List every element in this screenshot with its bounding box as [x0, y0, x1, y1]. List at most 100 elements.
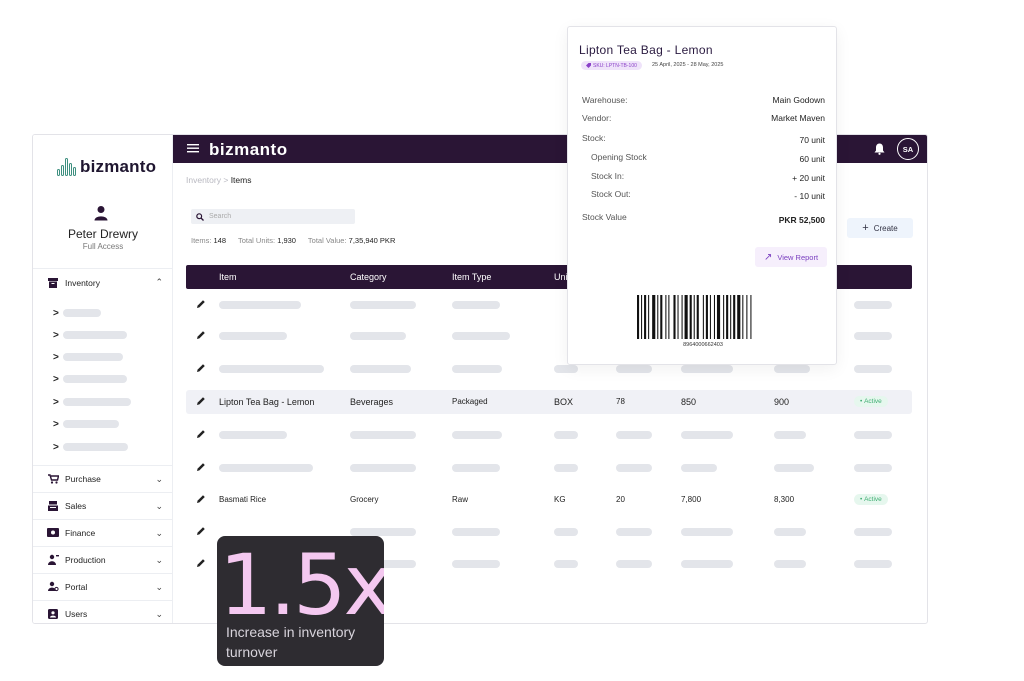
- placeholder-bar: [554, 528, 578, 536]
- column-header[interactable]: Item Type: [452, 272, 491, 282]
- barcode-stripe: [737, 295, 741, 339]
- barcode-stripe: [746, 295, 748, 339]
- barcode-stripe: [644, 295, 647, 339]
- detail-label: Stock Value: [582, 212, 627, 222]
- status-badge: • Active: [854, 396, 888, 407]
- placeholder-bar: [854, 560, 892, 568]
- barcode-stripe: [713, 295, 715, 339]
- barcode-stripe: [702, 295, 704, 339]
- search-input[interactable]: Search: [191, 209, 355, 224]
- edit-icon[interactable]: [196, 330, 206, 340]
- breadcrumb-parent[interactable]: Inventory: [186, 175, 221, 185]
- date-range: 25 April, 2025 - 28 May, 2025: [652, 62, 724, 68]
- item-unit: BOX: [554, 397, 574, 407]
- edit-icon[interactable]: [196, 462, 206, 472]
- sidebar-item-users[interactable]: Users ⌄: [33, 600, 173, 623]
- total-value-label: Total Value:: [307, 236, 347, 245]
- view-report-label: View Report: [777, 252, 819, 262]
- sidebar-item-production[interactable]: Production ⌄: [33, 546, 173, 572]
- chevron-right-icon: >: [53, 307, 59, 319]
- edit-icon[interactable]: [196, 558, 206, 568]
- chevron-right-icon: >: [53, 441, 59, 453]
- submenu-item[interactable]: >: [53, 396, 131, 408]
- placeholder-bar: [62, 331, 127, 339]
- barcode-stripe: [709, 295, 711, 339]
- placeholder-bar: [452, 332, 510, 340]
- item-price: 8,300: [774, 495, 795, 504]
- edit-icon[interactable]: [196, 363, 206, 373]
- sidebar-item-portal[interactable]: Portal ⌄: [33, 573, 173, 599]
- placeholder-bar: [681, 464, 717, 472]
- edit-icon[interactable]: [196, 299, 206, 309]
- item-category: Grocery: [350, 495, 379, 504]
- create-button[interactable]: + Create: [847, 218, 913, 238]
- submenu-item[interactable]: >: [53, 418, 119, 430]
- submenu-item[interactable]: >: [53, 307, 101, 319]
- tag-icon: [586, 63, 591, 68]
- search-icon: [196, 212, 204, 221]
- chevron-down-icon: ⌄: [155, 582, 163, 592]
- edit-icon[interactable]: [196, 494, 206, 504]
- edit-icon[interactable]: [196, 396, 206, 406]
- items-count-label: Items:: [191, 236, 212, 245]
- bell-icon[interactable]: [874, 143, 885, 155]
- chevron-right-icon: >: [53, 351, 59, 363]
- menu-icon[interactable]: [187, 143, 199, 153]
- submenu-item[interactable]: >: [53, 329, 127, 341]
- sku-badge: SKU: LPTN-TB-100: [581, 61, 642, 70]
- stage: bizmanto Peter Drewry Full Access Invent…: [0, 0, 1024, 681]
- detail-label: Opening Stock: [591, 152, 647, 162]
- barcode-stripe: [696, 295, 699, 339]
- placeholder-bar: [616, 560, 652, 568]
- view-report-button[interactable]: ↗ View Report: [755, 247, 827, 267]
- sidebar-item-inventory[interactable]: Inventory ⌃: [33, 268, 173, 296]
- placeholder-bar: [616, 528, 652, 536]
- detail-label: Vendor:: [582, 113, 612, 123]
- create-label: Create: [873, 223, 898, 233]
- barcode-stripe: [684, 295, 688, 339]
- breadcrumb-current: Items: [230, 175, 252, 185]
- item-quantity: 20: [616, 495, 625, 504]
- table-row[interactable]: Lipton Tea Bag - Lemon Beverages Package…: [186, 390, 912, 414]
- submenu-item[interactable]: >: [53, 351, 123, 363]
- table-row[interactable]: [186, 423, 912, 447]
- placeholder-bar: [854, 431, 892, 439]
- column-header[interactable]: Item: [219, 272, 237, 282]
- submenu-item[interactable]: >: [53, 373, 127, 385]
- barcode-stripe: [750, 295, 752, 339]
- edit-icon[interactable]: [196, 429, 206, 439]
- placeholder-bar: [350, 431, 416, 439]
- stat-value: 1.5x: [219, 536, 384, 634]
- item-type: Raw: [452, 495, 469, 504]
- sidebar-item-purchase[interactable]: Purchase ⌄: [33, 465, 173, 491]
- placeholder-bar: [62, 443, 128, 451]
- column-header[interactable]: Uni: [554, 272, 568, 282]
- chevron-right-icon: >: [53, 329, 59, 341]
- status-text: Active: [864, 398, 882, 405]
- barcode-stripe: [677, 295, 679, 339]
- avatar[interactable]: SA: [897, 138, 919, 160]
- sidebar-item-finance[interactable]: Finance ⌄: [33, 519, 173, 545]
- column-header[interactable]: Category: [350, 272, 387, 282]
- total-value: 7,35,940 PKR: [348, 236, 396, 245]
- submenu-item[interactable]: >: [53, 441, 128, 453]
- sidebar-item-sales[interactable]: Sales ⌄: [33, 492, 173, 518]
- barcode-stripe: [693, 295, 695, 339]
- table-row[interactable]: [186, 456, 912, 480]
- user-icon: [94, 206, 108, 221]
- placeholder-bar: [219, 431, 287, 439]
- total-units: 1,930: [277, 236, 296, 245]
- barcode-stripe: [681, 295, 683, 339]
- placeholder-bar: [62, 398, 131, 406]
- placeholder-bar: [554, 560, 578, 568]
- items-count: 148: [213, 236, 227, 245]
- chevron-right-icon: >: [53, 373, 59, 385]
- placeholder-bar: [554, 431, 578, 439]
- placeholder-bar: [350, 528, 416, 536]
- placeholder-bar: [62, 375, 127, 383]
- placeholder-bar: [774, 464, 814, 472]
- item-quantity: 78: [616, 397, 625, 406]
- edit-icon[interactable]: [196, 526, 206, 536]
- table-row[interactable]: Basmati Rice Grocery Raw KG 20 7,800 8,3…: [186, 488, 912, 512]
- logo-text: bizmanto: [80, 157, 157, 176]
